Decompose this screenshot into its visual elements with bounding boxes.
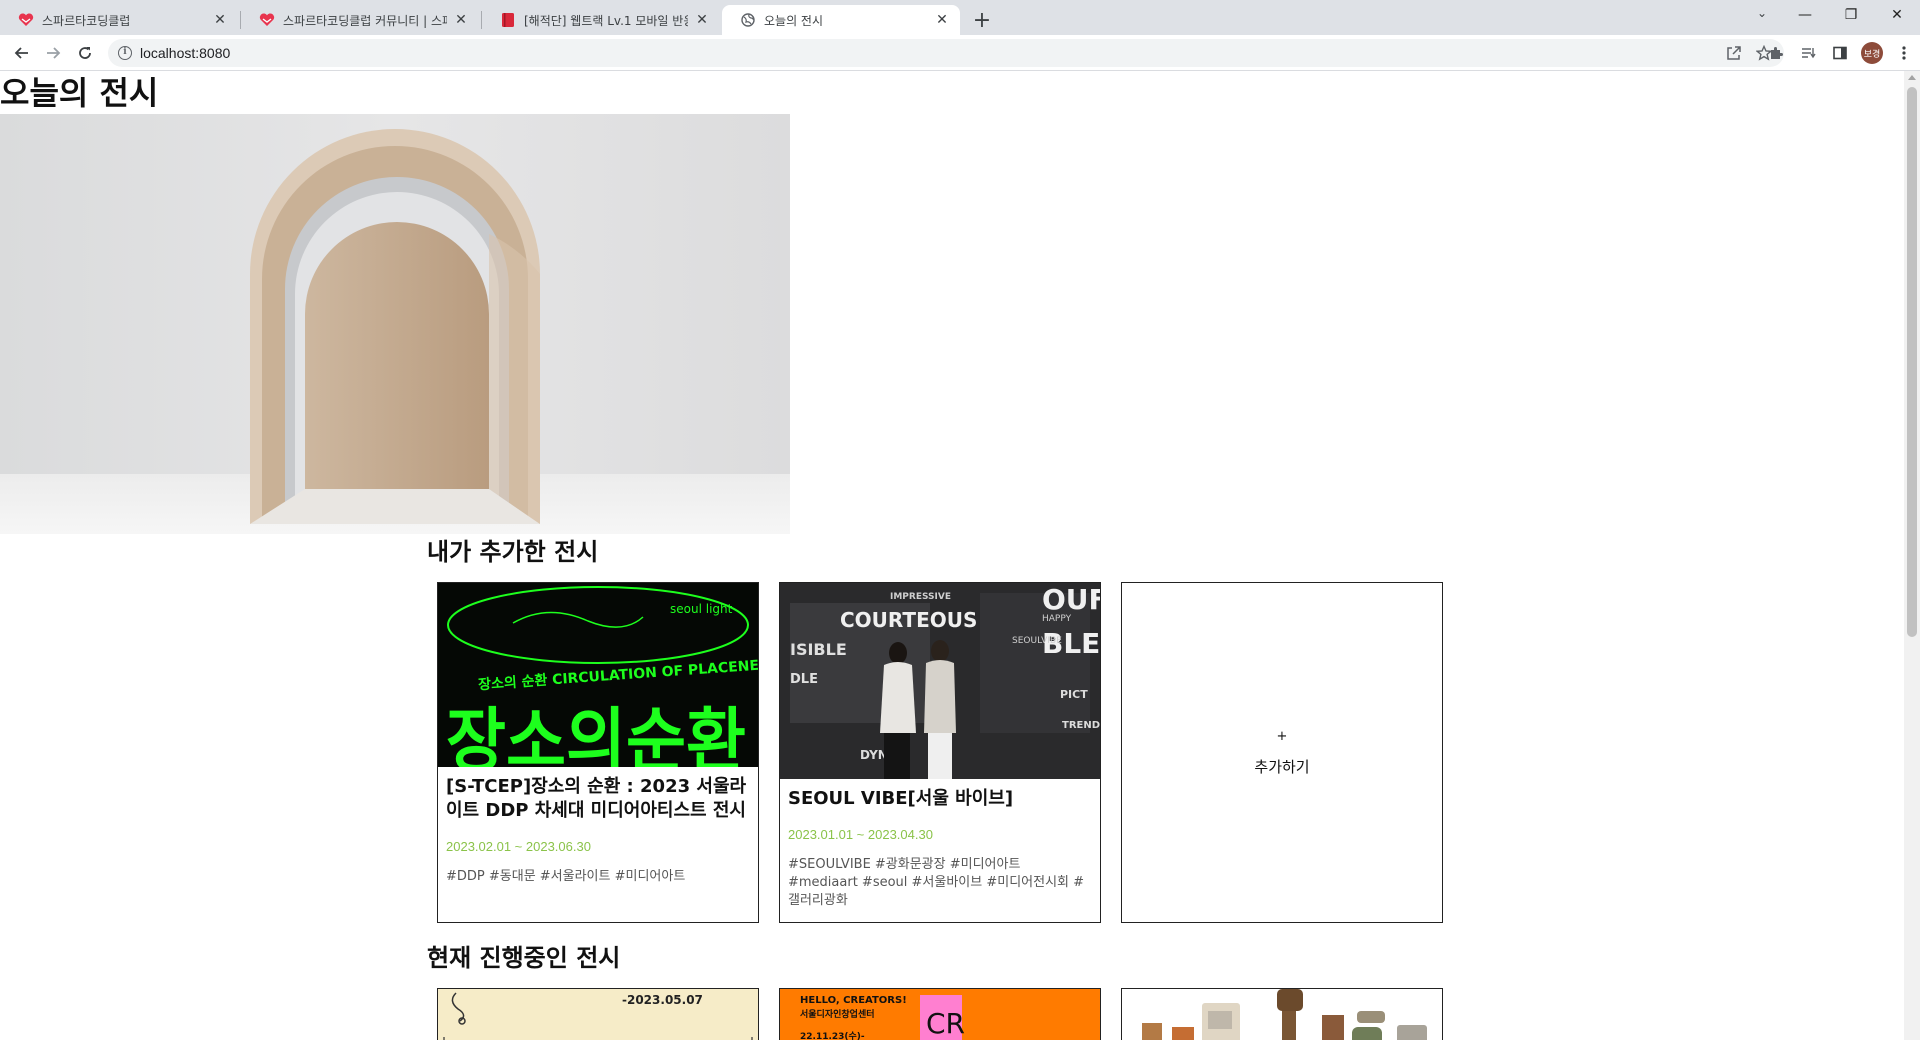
thumbnail-word: DLE [790,672,818,687]
browser-tab[interactable]: 스파르타코딩클럽 커뮤니티 | 스파 ✕ [241,5,479,35]
exhibition-thumbnail: HELLO, CREATORS! 서울디자인창업센터 22.11.23(수)- … [780,989,1100,1040]
close-tab-icon[interactable]: ✕ [453,12,469,28]
exhibition-card[interactable] [1121,988,1443,1040]
exhibition-thumbnail: COURTEOUS OUF BLE ISIBLE DLE HAPPY SEOUL… [780,583,1100,779]
exhibition-name[interactable]: SEOUL VIBE[서울 바이브] [788,787,1092,811]
close-tab-icon[interactable]: ✕ [934,12,950,28]
tab-search-icon[interactable]: ⌄ [1752,6,1772,26]
reading-list-icon[interactable] [1792,41,1824,65]
thumbnail-word: OUF [1042,583,1100,616]
exhibition-card[interactable]: seoul light 장소의 순환 CIRCULATION OF PLACEN… [437,582,759,923]
minimize-icon[interactable]: — [1782,0,1828,30]
url-text: localhost:8080 [140,45,231,61]
thumbnail-word: ISIBLE [790,640,847,659]
reload-icon[interactable] [73,41,97,65]
page-scrollbar[interactable] [1904,71,1920,1040]
tab-title: [해적단] 웹트랙 Lv.1 모바일 반응형 [524,13,688,28]
tab-title: 스파르타코딩클럽 [42,13,131,28]
current-exhibitions-list: -2023.05.07 HELLO, CREATORS! 서울디자인창업센터 2… [437,988,1443,1040]
extensions-puzzle-icon[interactable] [1760,41,1792,65]
back-arrow-icon[interactable] [10,41,34,65]
exhibition-thumbnail: -2023.05.07 [438,989,758,1040]
section-title-current-exhibitions: 현재 진행중인 전시 [427,944,621,972]
restore-icon[interactable]: ❐ [1828,0,1874,30]
browser-tab-active[interactable]: 오늘의 전시 ✕ [722,5,960,35]
exhibition-name[interactable]: [S-TCEP]장소의 순환 : 2023 서울라이트 DDP 차세대 미디어아… [446,775,750,823]
thumbnail-word: COURTEOUS [840,608,977,632]
browser-tab-bar: 스파르타코딩클럽 ✕ 스파르타코딩클럽 커뮤니티 | 스파 ✕ [해적단] 웹트… [0,0,1920,35]
my-exhibitions-list: seoul light 장소의 순환 CIRCULATION OF PLACEN… [437,582,1443,923]
exhibition-tags: #SEOULVIBE #광화문광장 #미디어아트 #mediaart #seou… [788,857,1085,908]
thumbnail-text: -2023.05.07 [622,993,703,1007]
tab-title: 스파르타코딩클럽 커뮤니티 | 스파 [283,13,447,28]
address-bar[interactable]: i localhost:8080 [108,39,1784,67]
page-viewport: 오늘의 전시 내가 추가한 전시 seoul light 장소의 순환 CIRC… [0,71,1904,1040]
profile-avatar[interactable]: 보경 [1861,42,1883,64]
site-info-icon[interactable]: i [118,46,132,60]
thumbnail-word: PICT [1060,688,1088,701]
thumbnail-word: TREND [1062,720,1100,731]
side-panel-icon[interactable] [1824,41,1856,65]
scroll-up-arrow-icon[interactable] [1908,75,1916,80]
tab-title: 오늘의 전시 [764,13,824,28]
scrollbar-thumb[interactable] [1907,87,1917,637]
thumbnail-text: HELLO, CREATORS! [800,995,907,1006]
add-exhibition-label: 추가하기 [1254,757,1310,776]
thumbnail-text: CR [926,1007,965,1040]
thumbnail-text: 서울디자인창업센터 [800,1008,875,1020]
heart-logo-icon [18,12,34,28]
plus-icon: + [1276,728,1288,744]
globe-icon [740,12,756,28]
heart-logo-icon [259,12,275,28]
exhibition-date: 2023.01.01 ~ 2023.04.30 [788,827,933,842]
hero-arch-image [0,114,790,534]
thumbnail-text: 22.11.23(수)- [800,1031,865,1040]
close-window-icon[interactable]: ✕ [1874,0,1920,30]
thumbnail-word: SEOULVIBE [1012,636,1062,646]
close-tab-icon[interactable]: ✕ [694,12,710,28]
kebab-menu-icon[interactable] [1888,41,1920,65]
browser-toolbar: i localhost:8080 보경 [0,35,1920,71]
window-controls: — ❐ ✕ [1782,0,1920,30]
book-icon [500,12,516,28]
exhibition-thumbnail [1122,989,1442,1040]
exhibition-thumbnail: seoul light 장소의 순환 CIRCULATION OF PLACEN… [438,583,758,767]
exhibition-tags: #DDP #동대문 #서울라이트 #미디어아트 [446,869,686,884]
browser-tab[interactable]: [해적단] 웹트랙 Lv.1 모바일 반응형 ✕ [482,5,720,35]
section-title-my-exhibitions: 내가 추가한 전시 [427,538,599,566]
browser-tab[interactable]: 스파르타코딩클럽 ✕ [0,5,238,35]
thumbnail-big-text: 장소의순환 [446,700,746,767]
new-tab-button[interactable]: + [968,6,996,34]
exhibition-card[interactable]: COURTEOUS OUF BLE ISIBLE DLE HAPPY SEOUL… [779,582,1101,923]
exhibition-card[interactable]: HELLO, CREATORS! 서울디자인창업센터 22.11.23(수)- … [779,988,1101,1040]
page-title: 오늘의 전시 [0,74,159,112]
exhibition-date: 2023.02.01 ~ 2023.06.30 [446,839,591,854]
share-icon[interactable] [1724,43,1744,63]
close-tab-icon[interactable]: ✕ [212,12,228,28]
thumbnail-logo: seoul light [670,602,733,616]
exhibition-card[interactable]: -2023.05.07 [437,988,759,1040]
forward-arrow-icon[interactable] [41,41,65,65]
add-exhibition-card[interactable]: + 추가하기 [1121,582,1443,923]
thumbnail-word: HAPPY [1042,614,1072,624]
thumbnail-word: IMPRESSIVE [890,592,951,602]
